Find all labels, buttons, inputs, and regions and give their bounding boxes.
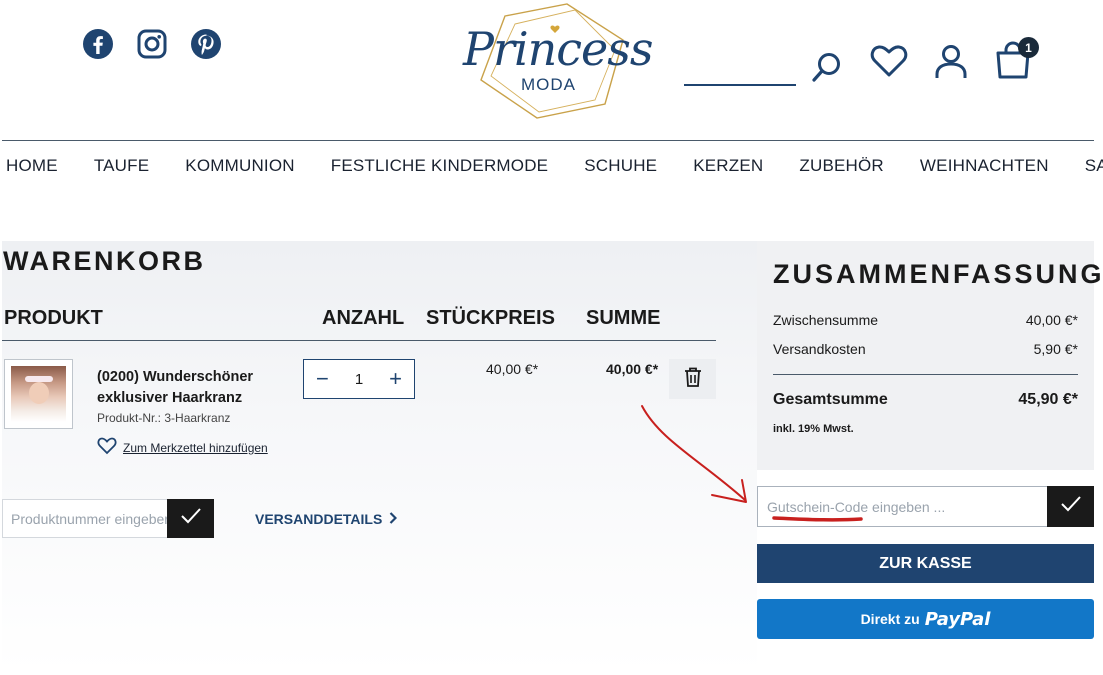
nav-item-zubehoer[interactable]: ZUBEHÖR [799, 156, 884, 176]
cart-count-badge: 1 [1018, 37, 1039, 58]
column-header-product: PRODUKT [4, 307, 103, 329]
column-header-unit-price: STÜCKPREIS [426, 307, 555, 329]
cart-title: WARENKORB [3, 246, 206, 276]
shipping-details-link[interactable]: VERSANDDETAILS [255, 511, 398, 527]
wishlist-label: Zum Merkzettel hinzufügen [123, 440, 268, 455]
voucher-form: Gutschein-Code eingeben ... [757, 486, 1094, 527]
shop-logo[interactable]: Princess MODA [455, 0, 653, 120]
nav-item-weihnachten[interactable]: WEIHNACHTEN [920, 156, 1049, 176]
vat-note: inkl. 19% Mwst. [773, 423, 854, 435]
social-links [82, 28, 222, 60]
heart-outline-icon [97, 437, 117, 458]
summary-title: ZUSAMMENFASSUNG [773, 259, 1103, 289]
grand-total-value: 45,90 €* [1018, 391, 1078, 408]
product-name[interactable]: (0200) Wunderschöner exklusiver Haarkran… [97, 367, 267, 409]
product-number: Produkt-Nr.: 3-Haarkranz [97, 411, 231, 425]
product-image[interactable] [4, 359, 73, 429]
shipping-cost-label: Versandkosten [773, 341, 866, 357]
table-header-divider [2, 340, 716, 341]
line-total: 40,00 €* [606, 361, 659, 377]
nav-item-home[interactable]: HOME [6, 156, 58, 176]
nav-item-schuhe[interactable]: SCHUHE [584, 156, 657, 176]
search-icon[interactable] [810, 50, 844, 89]
trash-icon [683, 366, 703, 393]
account-icon[interactable] [934, 44, 968, 85]
shipping-cost-row: Versandkosten 5,90 €* [773, 341, 1078, 357]
remove-item-button[interactable] [669, 359, 716, 399]
qty-decrease-button[interactable]: − [316, 368, 329, 390]
main-navigation: HOME TAUFE KOMMUNION FESTLICHE KINDERMOD… [6, 156, 1103, 176]
search-input[interactable] [684, 84, 796, 86]
pinterest-icon[interactable] [190, 28, 222, 60]
column-header-sum: SUMME [586, 307, 661, 329]
voucher-code-input[interactable]: Gutschein-Code eingeben ... [757, 486, 1047, 527]
instagram-icon[interactable] [136, 28, 168, 60]
checkmark-icon [180, 507, 202, 530]
add-to-wishlist-link[interactable]: Zum Merkzettel hinzufügen [97, 437, 268, 458]
nav-item-sale[interactable]: SALE % [1085, 156, 1103, 176]
nav-item-festliche-kindermode[interactable]: FESTLICHE KINDERMODE [331, 156, 548, 176]
quantity-stepper: − 1 + [303, 359, 415, 399]
summary-divider [773, 374, 1078, 375]
product-number-input[interactable]: Produktnummer eingeben ... [2, 499, 167, 538]
nav-item-kommunion[interactable]: KOMMUNION [185, 156, 294, 176]
paypal-logo: PayPal [924, 608, 991, 630]
header-divider [2, 140, 1094, 141]
nav-item-kerzen[interactable]: KERZEN [693, 156, 763, 176]
chevron-right-icon [389, 511, 398, 527]
qty-increase-button[interactable]: + [389, 368, 402, 390]
checkout-button[interactable]: ZUR KASSE [757, 544, 1094, 583]
subtotal-value: 40,00 €* [1025, 312, 1078, 328]
subtotal-label: Zwischensumme [773, 312, 879, 328]
logo-sub-text: MODA [521, 75, 576, 94]
subtotal-row: Zwischensumme 40,00 €* [773, 312, 1078, 328]
nav-item-taufe[interactable]: TAUFE [94, 156, 149, 176]
heart-icon[interactable] [870, 44, 908, 83]
logo-script-text: Princess [463, 22, 653, 76]
add-product-submit-button[interactable] [167, 499, 214, 538]
paypal-express-button[interactable]: Direkt zu PayPal [757, 599, 1094, 639]
shipping-details-label: VERSANDDETAILS [255, 511, 383, 527]
checkmark-icon [1060, 495, 1082, 518]
facebook-icon[interactable] [82, 28, 114, 60]
column-header-qty: ANZAHL [322, 307, 405, 329]
grand-total-label: Gesamtsumme [773, 391, 888, 408]
voucher-submit-button[interactable] [1047, 486, 1094, 527]
qty-value[interactable]: 1 [355, 371, 363, 388]
add-product-form: Produktnummer eingeben ... [2, 499, 214, 538]
shipping-cost-value: 5,90 €* [1033, 341, 1078, 357]
unit-price: 40,00 €* [486, 361, 539, 377]
grand-total-row: Gesamtsumme 45,90 €* [773, 391, 1078, 409]
paypal-prefix: Direkt zu [860, 611, 920, 627]
